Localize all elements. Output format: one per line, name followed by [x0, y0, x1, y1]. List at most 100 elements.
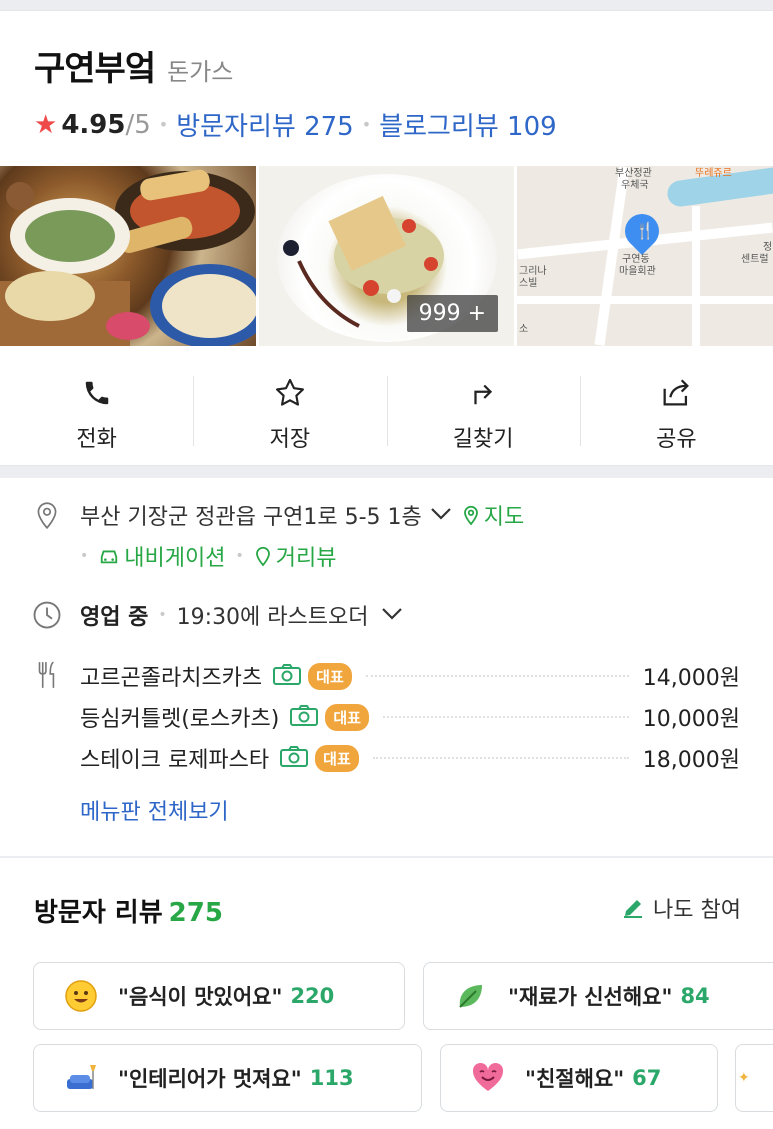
clock-icon: [30, 598, 64, 632]
review-keyword-chip[interactable]: "친절해요" 67: [440, 1044, 718, 1112]
menu-board-link[interactable]: 메뉴판 전체보기: [80, 794, 229, 826]
phone-icon: [79, 375, 115, 411]
title-row: 구연부엌 돈가스: [34, 41, 557, 90]
chevron-down-icon[interactable]: [430, 506, 452, 525]
streetview-link[interactable]: 거리뷰: [254, 540, 337, 572]
review-keyword-chip[interactable]: "재료가 신선해요" 84: [423, 962, 773, 1030]
menu-item-name: 스테이크 로제파스타: [80, 748, 270, 773]
reviews-title: 방문자 리뷰: [34, 898, 163, 928]
share-button[interactable]: 공유: [579, 366, 773, 461]
separator-dot: •: [158, 115, 169, 134]
place-summary-card: 구연부엌 돈가스 ★ 4.95 /5 • 방문자리뷰 275 • 블로그리뷰 1…: [0, 10, 773, 466]
menu-item[interactable]: 등심커틀렛(로스카츠) 대표 10,000원: [80, 699, 740, 735]
pencil-icon: [624, 900, 643, 918]
map-label: 센트럴: [741, 254, 769, 265]
call-button[interactable]: 전화: [0, 366, 193, 461]
fork-knife-icon: [30, 658, 64, 692]
menu-item-price: 10,000원: [642, 707, 740, 732]
action-bar: 전화 저장 길찾기 공유: [0, 366, 773, 461]
menu-item-price: 18,000원: [642, 748, 740, 773]
place-name: 구연부엌: [34, 49, 156, 89]
keyword-count: 84: [680, 984, 710, 1008]
map-label: 소: [519, 324, 529, 335]
separator-dot: •: [361, 115, 372, 134]
review-keyword-chip[interactable]: "인테리어가 멋져요" 113: [33, 1044, 422, 1112]
more-photos-count[interactable]: 999 +: [406, 295, 498, 332]
directions-icon: [465, 375, 501, 411]
map-label: 우체국: [621, 180, 649, 191]
navigation-link[interactable]: 내비게이션: [98, 540, 225, 572]
review-keyword-chip[interactable]: "음식이 맛있어요" 220: [33, 962, 405, 1030]
menu-item-name: 등심커틀렛(로스카츠): [80, 707, 280, 732]
rating-value: 4.95: [61, 109, 126, 140]
star-icon: [272, 375, 308, 411]
streetview-label: 거리뷰: [275, 546, 337, 571]
leaf-icon: [454, 979, 488, 1013]
share-icon: [658, 375, 694, 411]
visitor-reviews-section: 방문자 리뷰 275 나도 참여 "음식이 맛있어요" 220 "재료가 신선해요…: [0, 858, 773, 1129]
address-text: 부산 기장군 정관읍 구연1로 5-5 1층: [80, 505, 422, 530]
keyword-text: "친절해요": [525, 1067, 625, 1091]
smile-emoji-icon: [64, 979, 98, 1013]
fork-knife-icon: 🍴: [635, 221, 655, 240]
write-review-button[interactable]: 나도 참여: [621, 892, 741, 924]
map-label: 정: [763, 242, 773, 253]
signature-badge: 대표: [308, 662, 352, 690]
menu-item[interactable]: 고르곤졸라치즈카츠 대표 14,000원: [80, 658, 740, 694]
navigation-label: 내비게이션: [124, 546, 226, 571]
keyword-count: 220: [290, 984, 335, 1008]
save-button[interactable]: 저장: [193, 366, 386, 461]
directions-button[interactable]: 길찾기: [386, 366, 580, 461]
map-label: 스빌: [519, 278, 538, 289]
keyword-count: 67: [632, 1066, 662, 1090]
menu-icon-row: [30, 658, 80, 692]
streetview-pin-icon: [255, 546, 270, 567]
write-review-label: 나도 참여: [653, 898, 741, 923]
map-link[interactable]: 지도: [462, 499, 524, 531]
menu-item-price: 14,000원: [642, 666, 740, 691]
photo-strip: 999 + 부산정관 우체국 뚜레쥬르 🍴 구연동 마을회관 그리나 스빌 정 …: [0, 166, 773, 346]
keyword-text: "재료가 신선해요": [508, 985, 673, 1009]
location-pin-icon: [30, 498, 64, 532]
last-order-text: 19:30에 라스트오더: [176, 605, 369, 630]
address-row: 부산 기장군 정관읍 구연1로 5-5 1층 지도: [30, 498, 524, 532]
separator-dot: •: [158, 607, 167, 623]
reviews-count: 275: [168, 898, 223, 928]
dotted-leader: [372, 757, 629, 759]
map-label: 부산정관: [615, 168, 652, 179]
visitor-reviews-link[interactable]: 방문자리뷰 275: [176, 106, 354, 143]
map-label: 구연동: [622, 254, 650, 265]
directions-label: 길찾기: [452, 426, 514, 452]
map-label: 마을회관: [619, 266, 656, 277]
menu-item[interactable]: 스테이크 로제파스타 대표 18,000원: [80, 740, 740, 776]
keyword-text: "인테리어가 멋져요": [118, 1067, 302, 1091]
map-thumbnail[interactable]: 부산정관 우체국 뚜레쥬르 🍴 구연동 마을회관 그리나 스빌 정 센트럴 소: [517, 166, 773, 346]
food-photo-2[interactable]: 999 +: [259, 166, 514, 346]
rating-row: ★ 4.95 /5 • 방문자리뷰 275 • 블로그리뷰 109: [34, 106, 557, 143]
keyword-text: "음식이 맛있어요": [118, 985, 283, 1009]
rating-max: /5: [125, 109, 151, 140]
call-label: 전화: [76, 426, 117, 452]
dotted-leader: [365, 675, 629, 677]
camera-icon: [279, 744, 309, 772]
map-label: 그리나: [519, 266, 547, 277]
map-road: [692, 206, 700, 346]
camera-icon: [289, 703, 319, 731]
food-spread-image: [0, 169, 256, 346]
review-keyword-chip-partial[interactable]: ✦: [735, 1044, 773, 1112]
food-photo-1[interactable]: [0, 166, 256, 346]
navigation-row: • 내비게이션 • 거리뷰: [80, 540, 336, 572]
car-icon: [101, 550, 118, 564]
hours-row[interactable]: 영업 중 • 19:30에 라스트오더: [30, 598, 413, 632]
map-label: 뚜레쥬르: [695, 168, 732, 179]
map-road: [517, 296, 773, 304]
dotted-leader: [382, 716, 629, 718]
menu-item-name: 고르곤졸라치즈카츠: [80, 666, 263, 691]
share-label: 공유: [656, 426, 697, 452]
reviews-heading: 방문자 리뷰 275: [34, 892, 223, 929]
map-pin-small-icon: [463, 505, 478, 526]
open-status: 영업 중: [80, 605, 149, 630]
blog-reviews-link[interactable]: 블로그리뷰 109: [379, 106, 557, 143]
map-link-label: 지도: [483, 505, 525, 530]
chevron-down-icon[interactable]: [381, 606, 403, 625]
